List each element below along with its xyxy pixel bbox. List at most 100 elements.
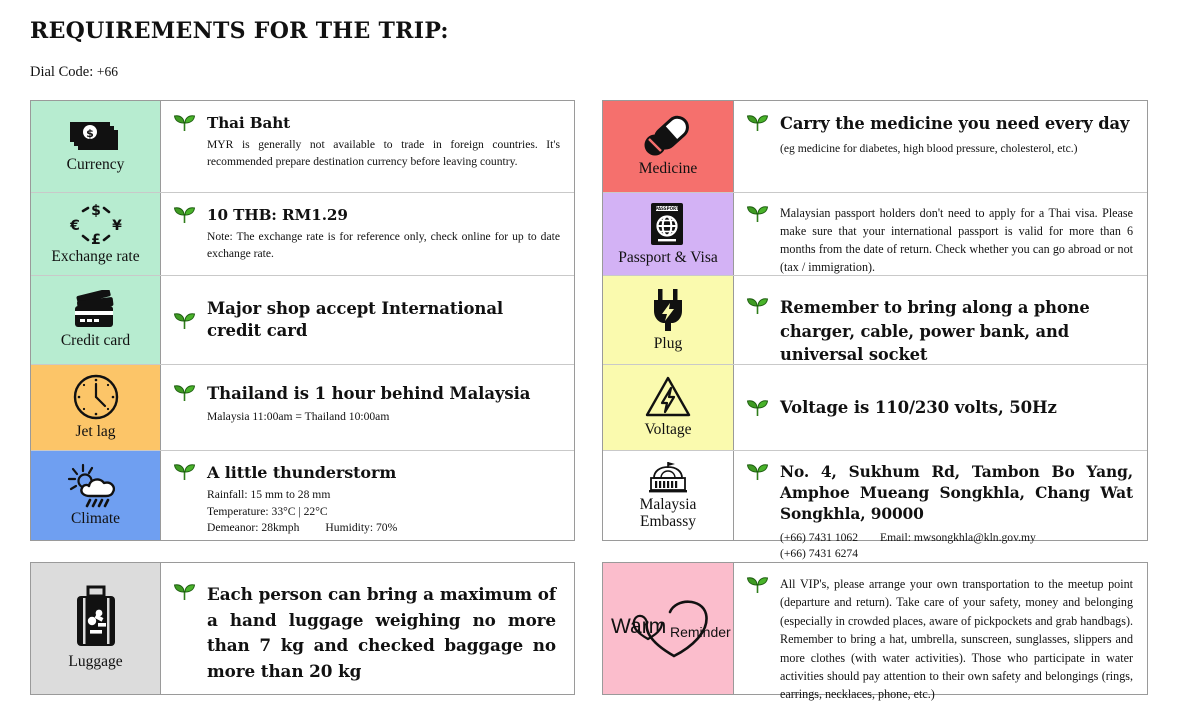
embassy-phone-1: (+66) 7431 1062 xyxy=(780,530,859,544)
table-row: Voltage Voltage is 110/230 volts, 50Hz xyxy=(603,365,1147,451)
row-body: Voltage is 110/230 volts, 50Hz xyxy=(734,365,1147,450)
row-text: Thai Baht MYR is generally not available… xyxy=(207,113,560,170)
icon-cell-passport-visa: PASSPORT Passport & Visa xyxy=(603,193,734,275)
icon-cell-climate: Climate xyxy=(31,451,161,540)
svg-text:£: £ xyxy=(91,232,101,246)
row-subtext: Malaysian passport holders don't need to… xyxy=(780,206,1133,275)
row-body: Remember to bring along a phone charger,… xyxy=(734,276,1147,364)
table-row: Malaysia Embassy No. 4, Sukhum Rd, Tambo… xyxy=(603,451,1147,560)
warm-reminder-hearts-logo: Warm Reminder xyxy=(608,590,731,666)
row-body: All VIP's, please arrange your own trans… xyxy=(734,563,1147,701)
table-row: Medicine Carry the medicine you need eve… xyxy=(603,101,1147,193)
table-row: $ € ¥ £ Exchange rate 10 THB: RM1.29 Not… xyxy=(31,193,574,276)
warm-reminder-word-1: Warm xyxy=(611,615,667,638)
row-subtext: (eg medicine for diabetes, high blood pr… xyxy=(780,141,1078,155)
row-subtext: Malaysia 11:00am = Thailand 10:00am xyxy=(207,409,390,423)
table-row: Climate A little thunderstorm Rainfall: … xyxy=(31,451,574,540)
row-heading: Thailand is 1 hour behind Malaysia xyxy=(207,384,531,403)
icon-cell-medicine: Medicine xyxy=(603,101,734,192)
svg-text:€: € xyxy=(69,218,80,234)
row-text: Malaysian passport holders don't need to… xyxy=(780,204,1133,277)
icon-label-line2: Embassy xyxy=(640,512,696,530)
warm-reminder-word-2: Reminder xyxy=(670,624,731,640)
table-row: Warm Reminder All VIP's, please arrange … xyxy=(603,563,1147,701)
icon-label-line1: Malaysia xyxy=(639,495,697,513)
embassy-phone-2: (+66) 7431 6274 xyxy=(780,547,859,561)
svg-text:PASSPORT: PASSPORT xyxy=(655,206,678,211)
row-heading: A little thunderstorm xyxy=(207,463,397,482)
sprout-icon xyxy=(746,114,772,132)
pills-capsule-icon xyxy=(640,114,696,158)
row-heading: Each person can bring a maximum of a han… xyxy=(207,584,556,681)
icon-label: Passport & Visa xyxy=(618,248,718,266)
icon-label: Exchange rate xyxy=(51,247,140,265)
embassy-address: No. 4, Sukhum Rd, Tambon Bo Yang, Amphoe… xyxy=(780,463,1133,523)
row-text: Major shop accept International credit c… xyxy=(207,298,560,342)
row-body: Thai Baht MYR is generally not available… xyxy=(161,101,574,192)
climate-rainfall: Rainfall: 15 mm to 28 mm xyxy=(207,488,331,502)
icon-cell-credit-card: Credit card xyxy=(31,276,161,364)
table-row: Plug Remember to bring along a phone cha… xyxy=(603,276,1147,365)
embassy-contact-line1: (+66) 7431 1062 Email: mwsongkhla@kln.go… xyxy=(780,530,1133,546)
table-row: Credit card Major shop accept Internatio… xyxy=(31,276,574,365)
table-row: Luggage Each person can bring a maximum … xyxy=(31,563,574,694)
row-body: Thailand is 1 hour behind Malaysia Malay… xyxy=(161,365,574,450)
row-text: All VIP's, please arrange your own trans… xyxy=(780,575,1133,704)
icon-label: Plug xyxy=(653,334,683,352)
sprout-icon xyxy=(173,463,199,481)
right-requirements-table: Medicine Carry the medicine you need eve… xyxy=(602,100,1148,560)
row-subtext: Note: The exchange rate is for reference… xyxy=(207,230,560,260)
row-body: A little thunderstorm Rainfall: 15 mm to… xyxy=(161,451,574,540)
row-text: Each person can bring a maximum of a han… xyxy=(207,582,560,684)
row-body: Malaysian passport holders don't need to… xyxy=(734,193,1147,275)
row-text: No. 4, Sukhum Rd, Tambon Bo Yang, Amphoe… xyxy=(780,462,1133,563)
svg-text:¥: ¥ xyxy=(112,218,122,234)
embassy-building-icon xyxy=(643,460,693,494)
row-text: Voltage is 110/230 volts, 50Hz xyxy=(780,397,1133,419)
row-body: No. 4, Sukhum Rd, Tambon Bo Yang, Amphoe… xyxy=(734,451,1147,560)
table-row: Jet lag Thailand is 1 hour behind Malays… xyxy=(31,365,574,451)
sprout-icon xyxy=(173,583,199,601)
sprout-icon xyxy=(746,576,772,594)
icon-label: Luggage xyxy=(68,653,123,671)
climate-wind-humidity: Demeanor: 28kmph Humidity: 70% xyxy=(207,520,560,536)
svg-text:$: $ xyxy=(86,127,94,140)
warm-reminder-box: Warm Reminder All VIP's, please arrange … xyxy=(602,562,1148,701)
climate-demeanor: Demeanor: 28kmph xyxy=(207,521,300,535)
row-body: Each person can bring a maximum of a han… xyxy=(161,563,574,694)
sprout-icon xyxy=(746,205,772,223)
icon-label: Medicine xyxy=(638,160,698,178)
row-heading: Remember to bring along a phone charger,… xyxy=(780,298,1090,365)
icon-label: Climate xyxy=(70,510,121,528)
row-body: Carry the medicine you need every day (e… xyxy=(734,101,1147,192)
sprout-icon xyxy=(173,384,199,402)
row-heading: 10 THB: RM1.29 xyxy=(207,206,348,224)
row-text: 10 THB: RM1.29 Note: The exchange rate i… xyxy=(207,205,560,262)
sprout-icon xyxy=(746,297,772,315)
icon-cell-plug: Plug xyxy=(603,276,734,364)
icon-label: Credit card xyxy=(60,331,131,349)
page-title: REQUIREMENTS FOR THE TRIP: xyxy=(30,18,449,44)
power-plug-icon xyxy=(644,287,692,333)
embassy-email[interactable]: Email: mwsongkhla@kln.gov.my xyxy=(880,530,1036,546)
dial-code-value: +66 xyxy=(96,64,118,79)
icon-cell-luggage: Luggage xyxy=(31,563,161,694)
row-heading: Major shop accept International credit c… xyxy=(207,299,504,340)
icon-cell-voltage: Voltage xyxy=(603,365,734,450)
row-heading: Voltage is 110/230 volts, 50Hz xyxy=(780,397,1057,417)
row-body: Major shop accept International credit c… xyxy=(161,276,574,364)
icon-cell-currency: $ Currency xyxy=(31,101,161,192)
icon-cell-exchange-rate: $ € ¥ £ Exchange rate xyxy=(31,193,161,275)
dial-code-label: Dial Code: xyxy=(30,64,94,80)
sprout-icon xyxy=(746,399,772,417)
row-subtext: Rainfall: 15 mm to 28 mm Temperature: 33… xyxy=(207,487,560,536)
table-row: PASSPORT Passport & Visa Malaysian passp… xyxy=(603,193,1147,276)
clock-icon xyxy=(70,373,122,421)
suitcase-icon xyxy=(68,585,124,651)
climate-humidity: Humidity: 70% xyxy=(325,521,398,535)
row-body: 10 THB: RM1.29 Note: The exchange rate i… xyxy=(161,193,574,275)
sun-cloud-rain-icon xyxy=(66,462,126,508)
row-text: Thailand is 1 hour behind Malaysia Malay… xyxy=(207,383,560,425)
row-heading: Carry the medicine you need every day xyxy=(780,114,1130,133)
left-requirements-table: $ Currency Thai Baht MYR is generally no… xyxy=(30,100,575,541)
